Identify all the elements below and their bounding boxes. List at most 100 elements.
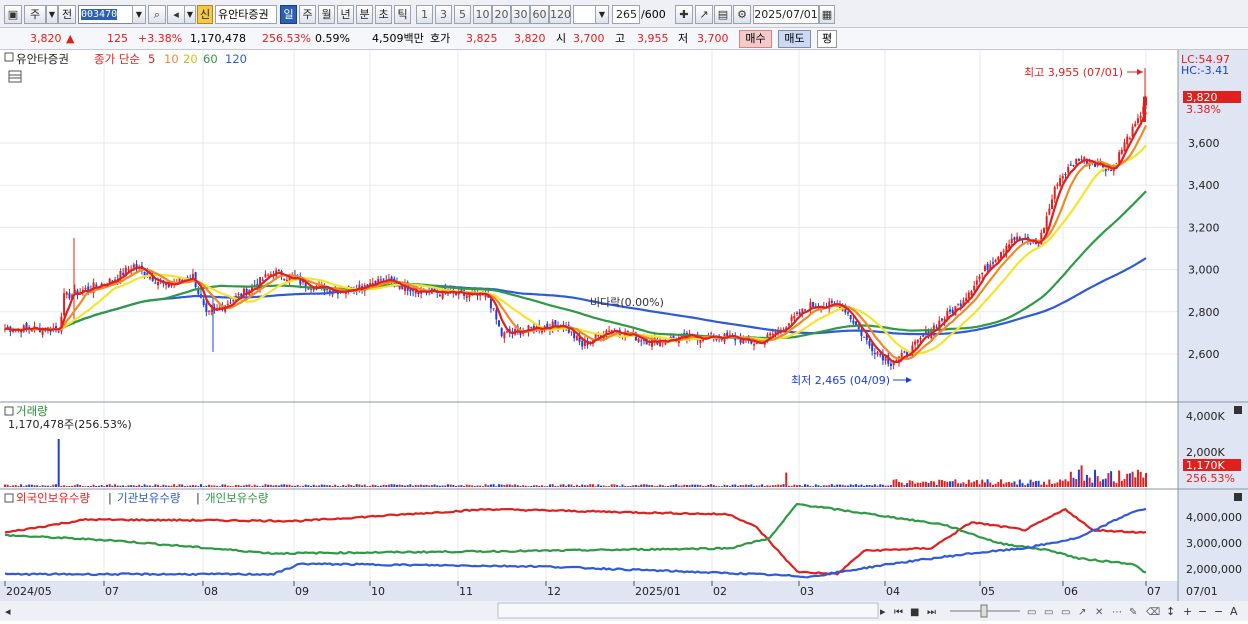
volume-bar <box>28 484 31 487</box>
tab-month[interactable]: 월 <box>318 5 335 24</box>
speaker-icon[interactable]: ◂ <box>167 5 185 24</box>
candle-body <box>975 280 978 285</box>
volume-bar <box>669 485 672 487</box>
interval-10[interactable]: 10 <box>473 5 492 24</box>
date-input[interactable]: 2025/07/01 <box>753 5 819 24</box>
price-tick-label: 3,400 <box>1188 179 1220 192</box>
speaker-dropdown-icon[interactable]: ▼ <box>184 5 196 24</box>
candle-body <box>637 338 640 343</box>
calendar-icon[interactable]: ▦ <box>819 5 835 24</box>
code-dropdown-icon[interactable]: ▼ <box>132 5 146 24</box>
last-page-icon[interactable]: ⏭ <box>927 607 936 618</box>
candle-body <box>210 309 213 312</box>
interval-60[interactable]: 60 <box>530 5 549 24</box>
volume-bar <box>55 484 58 487</box>
volume-panel-close-icon[interactable] <box>1234 406 1242 414</box>
font-size-icon[interactable]: A <box>1230 605 1238 618</box>
candle-body <box>506 331 509 333</box>
zoom-in-icon[interactable]: + <box>1183 605 1192 618</box>
table-icon[interactable] <box>8 70 22 83</box>
scrollbar-thumb[interactable] <box>497 602 879 619</box>
holding-panel-close-icon[interactable] <box>1234 493 1242 501</box>
chart-area: 3,600 3,400 3,200 3,000 2,800 2,600 4,000K 2,00… <box>0 50 1248 621</box>
search-icon[interactable]: ⌕ <box>148 5 166 24</box>
layout3-icon[interactable]: ▭ <box>1061 607 1070 618</box>
period-dropdown-icon[interactable]: ▼ <box>46 5 58 24</box>
pan-icon[interactable]: ↕ <box>1166 605 1175 618</box>
volume-bar <box>52 484 55 487</box>
volume-bar <box>906 483 909 487</box>
text-tool-icon[interactable]: ✎ <box>1129 607 1137 618</box>
volume-bar <box>157 484 160 487</box>
candle-body <box>379 279 382 281</box>
volume-bar <box>804 484 807 487</box>
volume-bar <box>242 485 245 487</box>
layout2-icon[interactable]: ▭ <box>1044 607 1053 618</box>
interval-120[interactable]: 120 <box>549 5 571 24</box>
draw-tool-icon[interactable]: ↗ <box>695 5 713 24</box>
volume-bar <box>699 484 702 487</box>
candle-body <box>489 298 492 309</box>
interval-20[interactable]: 20 <box>492 5 511 24</box>
save-icon[interactable]: ▤ <box>714 5 732 24</box>
prev-button[interactable]: 전 <box>58 5 76 24</box>
interval-1[interactable]: 1 <box>416 5 433 24</box>
tab-year[interactable]: 년 <box>337 5 354 24</box>
first-page-icon[interactable]: ⏮ <box>894 607 903 618</box>
zoom-slider-handle[interactable] <box>980 604 988 618</box>
volume-bar <box>959 483 962 487</box>
volume-bar <box>983 482 986 487</box>
candle-body <box>1075 158 1078 165</box>
price-tick-label: 2,800 <box>1188 306 1220 319</box>
sell-button[interactable]: 매도 <box>778 30 811 48</box>
fib-tool-icon[interactable]: ⋯ <box>1112 607 1122 618</box>
period-select[interactable]: 주 <box>24 5 46 24</box>
stop-icon[interactable]: ■ <box>910 607 919 618</box>
volume-bar <box>154 484 157 487</box>
interval-30[interactable]: 30 <box>511 5 530 24</box>
cross-tool-icon[interactable]: ✕ <box>1095 607 1103 618</box>
line-tool-icon[interactable]: ↗ <box>1078 607 1086 618</box>
volume-bar <box>551 484 554 487</box>
tab-week[interactable]: 주 <box>299 5 316 24</box>
x-axis-background <box>0 581 1248 601</box>
candle-body <box>771 333 774 335</box>
eraser-icon[interactable]: ⌫ <box>1146 607 1160 618</box>
candle-body <box>597 334 600 337</box>
candle-body <box>500 328 503 336</box>
tab-second[interactable]: 초 <box>375 5 392 24</box>
candle-body <box>1059 178 1062 186</box>
candle-body <box>242 288 245 294</box>
interval-dropdown-icon[interactable]: ▼ <box>595 5 609 24</box>
candle-body <box>148 276 151 279</box>
count-input[interactable]: 265 <box>612 5 640 24</box>
volume-bar <box>610 484 613 487</box>
volume-bar <box>1032 481 1035 487</box>
interval-5[interactable]: 5 <box>454 5 471 24</box>
volume-bar <box>119 485 122 487</box>
high-annotation: 최고 3,955 (07/01) <box>1024 66 1123 79</box>
eval-button[interactable]: 평 <box>817 30 837 48</box>
reset-icon[interactable]: − <box>1214 605 1223 618</box>
volume-bar <box>798 484 801 487</box>
volume-bar <box>761 484 764 487</box>
volume-bar <box>422 485 425 487</box>
tab-tick[interactable]: 틱 <box>394 5 411 24</box>
tab-day[interactable]: 일 <box>280 5 297 24</box>
chart-type-icon[interactable]: ▣ <box>4 5 22 24</box>
scroll-left-icon[interactable]: ◂ <box>5 605 11 618</box>
volume-bar <box>938 479 941 487</box>
zoom-out-icon[interactable]: − <box>1198 605 1207 618</box>
scroll-right-icon[interactable]: ▸ <box>880 605 886 618</box>
volume-tick-label: 2,000K <box>1186 446 1225 459</box>
candle-settings-icon[interactable]: ✚ <box>675 5 693 24</box>
volume-bar <box>527 486 530 487</box>
interval-3[interactable]: 3 <box>435 5 452 24</box>
layout-icon[interactable]: ▭ <box>1027 607 1036 618</box>
gear-icon[interactable]: ⚙ <box>733 5 751 24</box>
price-tick-label: 2,600 <box>1188 348 1220 361</box>
buy-button[interactable]: 매수 <box>739 30 772 48</box>
volume-bar <box>605 486 608 487</box>
volume-bar <box>342 484 345 487</box>
tab-minute[interactable]: 분 <box>356 5 373 24</box>
